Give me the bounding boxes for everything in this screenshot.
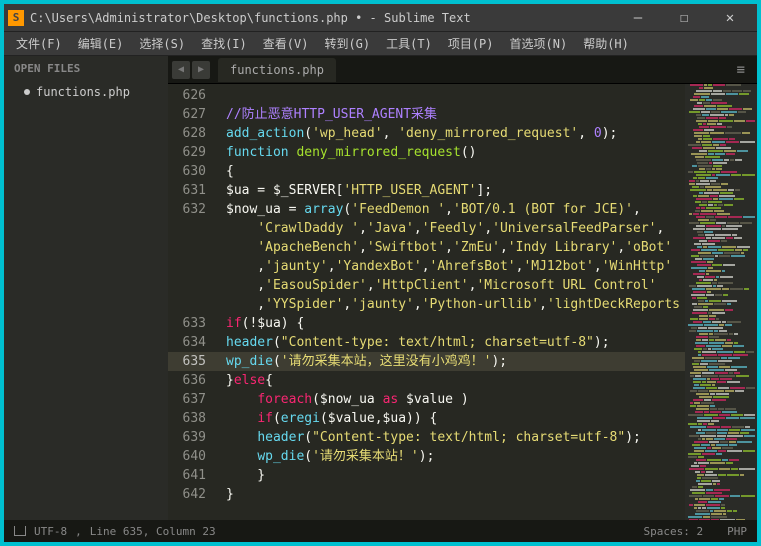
app-window: S C:\Users\Administrator\Desktop\functio… [4, 4, 757, 542]
window-controls: — ☐ ✕ [615, 4, 753, 32]
menubar: 文件(F) 编辑(E) 选择(S) 查找(I) 查看(V) 转到(G) 工具(T… [4, 32, 757, 56]
modified-dot-icon [24, 89, 30, 95]
status-position: Line 635, Column 23 [90, 525, 216, 538]
sidebar-open-file[interactable]: functions.php [4, 81, 168, 103]
menu-prefs[interactable]: 首选项(N) [502, 33, 576, 54]
code-area: 626627628629630631632 633634635636637638… [168, 84, 757, 520]
status-lang[interactable]: PHP [727, 525, 747, 538]
minimap-content [687, 84, 755, 520]
sidebar: OPEN FILES functions.php [4, 56, 168, 520]
sidebar-item-label: functions.php [36, 85, 130, 99]
window-title: C:\Users\Administrator\Desktop\functions… [30, 11, 615, 25]
statusbar: UTF-8, Line 635, Column 23 Spaces: 2 PHP [4, 520, 757, 542]
app-icon: S [8, 10, 24, 26]
main-area: OPEN FILES functions.php ◀ ▶ functions.p… [4, 56, 757, 520]
tab-active[interactable]: functions.php [218, 58, 336, 82]
tab-forward-button[interactable]: ▶ [192, 61, 210, 79]
status-left: UTF-8, Line 635, Column 23 [14, 525, 644, 538]
menu-view[interactable]: 查看(V) [255, 33, 317, 54]
sidebar-header: OPEN FILES [4, 56, 168, 81]
editor-area: ◀ ▶ functions.php ≡ 62662762862963063163… [168, 56, 757, 520]
maximize-button[interactable]: ☐ [661, 4, 707, 32]
tab-menu-button[interactable]: ≡ [729, 62, 753, 78]
status-encoding[interactable]: UTF-8 [34, 525, 67, 538]
status-right: Spaces: 2 PHP [644, 525, 747, 538]
code-editor[interactable]: //防止恶意HTTP_USER_AGENT采集 add_action('wp_h… [214, 84, 685, 520]
console-icon[interactable] [14, 526, 26, 536]
close-button[interactable]: ✕ [707, 4, 753, 32]
menu-tools[interactable]: 工具(T) [378, 33, 440, 54]
menu-help[interactable]: 帮助(H) [575, 33, 637, 54]
line-gutter[interactable]: 626627628629630631632 633634635636637638… [168, 84, 214, 520]
tabbar: ◀ ▶ functions.php ≡ [168, 56, 757, 84]
minimize-button[interactable]: — [615, 4, 661, 32]
menu-edit[interactable]: 编辑(E) [70, 33, 132, 54]
menu-goto[interactable]: 转到(G) [316, 33, 378, 54]
menu-file[interactable]: 文件(F) [8, 33, 70, 54]
minimap[interactable] [685, 84, 757, 520]
tab-back-button[interactable]: ◀ [172, 61, 190, 79]
menu-selection[interactable]: 选择(S) [131, 33, 193, 54]
tab-nav: ◀ ▶ [172, 61, 210, 79]
titlebar[interactable]: S C:\Users\Administrator\Desktop\functio… [4, 4, 757, 32]
menu-find[interactable]: 查找(I) [193, 33, 255, 54]
status-spaces[interactable]: Spaces: 2 [644, 525, 704, 538]
menu-project[interactable]: 项目(P) [440, 33, 502, 54]
